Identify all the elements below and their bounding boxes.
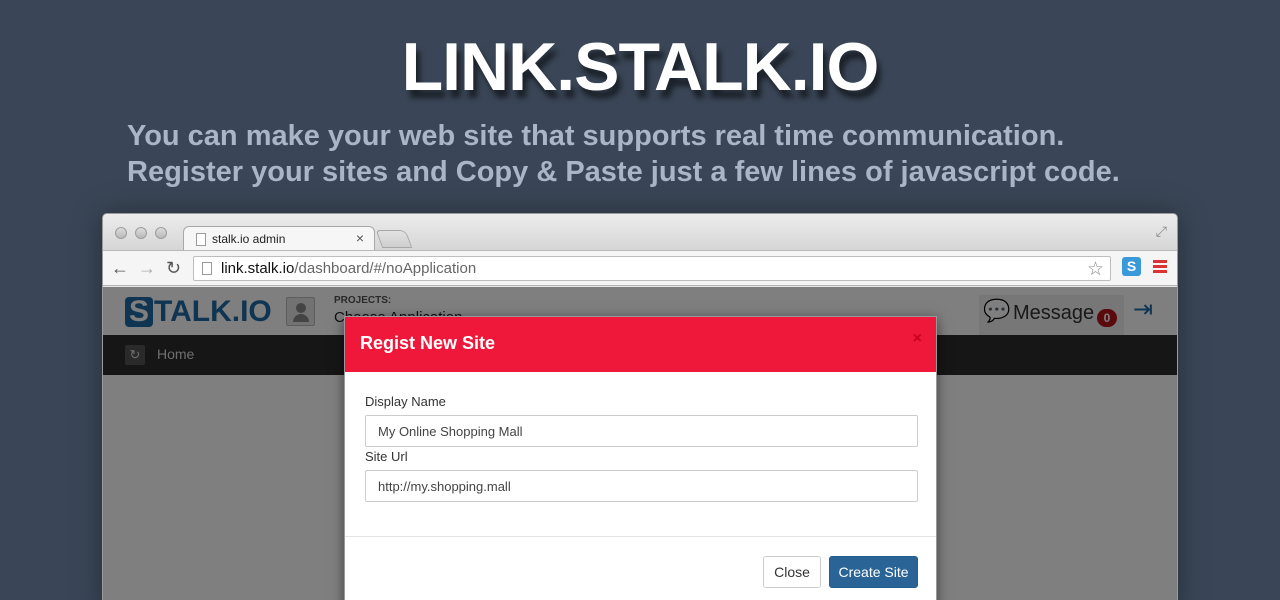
- address-bar[interactable]: link.stalk.io/dashboard/#/noApplication …: [193, 256, 1111, 281]
- hero-title: LINK.STALK.IO: [401, 29, 880, 105]
- display-name-label: Display Name: [365, 394, 446, 409]
- tab-title: stalk.io admin: [212, 232, 286, 246]
- regist-site-modal: Regist New Site × Display Name Site Url …: [344, 316, 937, 600]
- hero-subtitle-line1: You can make your web site that supports…: [127, 120, 1065, 152]
- zoom-window-icon[interactable]: [155, 227, 167, 239]
- back-arrow-icon[interactable]: ←: [111, 258, 129, 278]
- forward-arrow-icon[interactable]: →: [138, 258, 156, 278]
- url-path: /dashboard/#/noApplication: [294, 260, 477, 277]
- browser-titlebar: stalk.io admin × ⤢: [103, 214, 1177, 252]
- site-url-label: Site Url: [365, 449, 408, 464]
- close-window-icon[interactable]: [115, 227, 127, 239]
- modal-footer: Close Create Site: [345, 536, 936, 600]
- browser-menu-icon[interactable]: [1153, 260, 1167, 275]
- page-icon: [202, 262, 212, 275]
- create-site-button[interactable]: Create Site: [829, 556, 918, 588]
- hero-subtitle: You can make your web site that supports…: [127, 118, 1247, 190]
- fullscreen-icon[interactable]: ⤢: [1156, 223, 1167, 240]
- bookmark-star-icon[interactable]: ☆: [1087, 258, 1104, 281]
- modal-close-icon[interactable]: ×: [913, 330, 922, 348]
- stalk-extension-icon[interactable]: S: [1122, 257, 1141, 276]
- site-url-input[interactable]: [365, 470, 918, 502]
- hero-subtitle-line2: Register your sites and Copy & Paste jus…: [127, 156, 1120, 188]
- url-host: link.stalk.io: [221, 260, 295, 277]
- tab-close-icon[interactable]: ×: [356, 230, 364, 246]
- browser-toolbar: ← → ↻ link.stalk.io/dashboard/#/noApplic…: [103, 250, 1177, 286]
- modal-header: Regist New Site ×: [345, 317, 936, 372]
- display-name-input[interactable]: [365, 415, 918, 447]
- close-button[interactable]: Close: [763, 556, 821, 588]
- minimize-window-icon[interactable]: [135, 227, 147, 239]
- reload-icon[interactable]: ↻: [166, 258, 181, 278]
- browser-tab[interactable]: stalk.io admin ×: [183, 226, 375, 252]
- page-icon: [196, 233, 206, 246]
- url-text[interactable]: link.stalk.io/dashboard/#/noApplication: [221, 260, 476, 277]
- modal-title: Regist New Site: [360, 333, 496, 353]
- new-tab-button[interactable]: [375, 230, 413, 248]
